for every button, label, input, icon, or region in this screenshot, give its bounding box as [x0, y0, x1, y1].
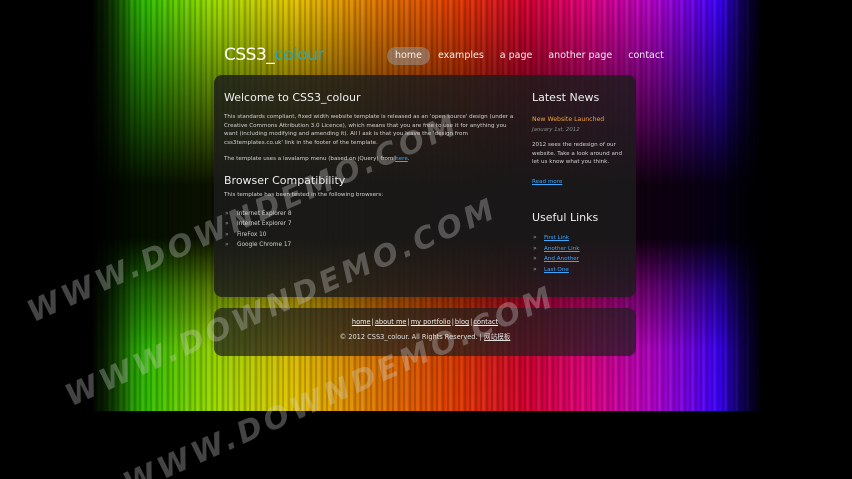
useful-link-and-another[interactable]: And Another [544, 256, 579, 262]
welcome-paragraph: This standards compliant, fixed width we… [224, 114, 514, 146]
useful-links-list: First Link Another Link And Another Last… [532, 233, 626, 276]
left-edge-shade [93, 0, 133, 411]
lavalamp-paragraph: The template uses a lavalamp menu (based… [224, 156, 410, 163]
footer-link-home[interactable]: home [352, 318, 371, 326]
welcome-heading: Welcome to CSS3_colour [224, 91, 361, 104]
rainbow-background: CSS3_colour home examples a page another… [93, 0, 759, 411]
main-column: Welcome to CSS3_colour This standards co… [224, 91, 514, 251]
logo-main-text: CSS3_ [224, 45, 275, 65]
list-item: FireFox 10 [224, 230, 514, 241]
footer: home|about me|my portfolio|blog|contact … [214, 308, 636, 356]
main-menu: home examples a page another page contac… [387, 47, 672, 65]
content-panel: Welcome to CSS3_colour This standards co… [214, 75, 636, 297]
right-edge-shade [719, 0, 759, 411]
sidebar: Latest News New Website Launched January… [532, 91, 626, 276]
footer-link-contact[interactable]: contact [473, 318, 498, 326]
site-logo[interactable]: CSS3_colour [224, 45, 324, 65]
useful-link-another[interactable]: Another Link [544, 246, 580, 252]
lavalamp-link[interactable]: here [395, 156, 408, 162]
menu-item-contact[interactable]: contact [620, 47, 672, 65]
read-more-link[interactable]: Read more [532, 179, 562, 185]
footer-links: home|about me|my portfolio|blog|contact [214, 318, 636, 326]
useful-link-first[interactable]: First Link [544, 235, 569, 241]
footer-separator: | [407, 318, 410, 326]
browser-list: Internet Explorer 8 Internet Explorer 7 … [224, 209, 514, 251]
latest-news-heading: Latest News [532, 91, 600, 104]
footer-separator: | [371, 318, 374, 326]
list-item: Google Chrome 17 [224, 240, 514, 251]
useful-link-last[interactable]: Last One [544, 267, 569, 273]
footer-link-portfolio[interactable]: my portfolio [411, 318, 451, 326]
copyright-link[interactable]: 网站模板 [484, 333, 510, 341]
logo-sub-text: colour [274, 45, 324, 65]
list-item: Internet Explorer 7 [224, 219, 514, 230]
list-item: Another Link [532, 244, 626, 255]
footer-link-about-me[interactable]: about me [375, 318, 407, 326]
menu-item-a-page[interactable]: a page [492, 47, 541, 65]
list-item: And Another [532, 254, 626, 265]
menu-item-another-page[interactable]: another page [540, 47, 620, 65]
copyright-text: © 2012 CSS3_colour. All Rights Reserved.… [339, 333, 482, 341]
compat-paragraph: This template has been tested in the fol… [224, 191, 384, 198]
compat-heading: Browser Compatibility [224, 173, 346, 187]
list-item: Last One [532, 265, 626, 276]
footer-link-blog[interactable]: blog [455, 318, 469, 326]
useful-links-heading: Useful Links [532, 210, 599, 224]
news-body: 2012 sees the redesign of our website. T… [532, 142, 622, 166]
list-item: First Link [532, 233, 626, 244]
lavalamp-text: The template uses a lavalamp menu (based… [224, 156, 394, 163]
menu-item-examples[interactable]: examples [430, 47, 492, 65]
footer-separator: | [451, 318, 454, 326]
news-date: January 1st, 2012 [532, 127, 580, 133]
list-item: Internet Explorer 8 [224, 209, 514, 220]
copyright: © 2012 CSS3_colour. All Rights Reserved.… [214, 331, 636, 341]
news-headline: New Website Launched [532, 116, 605, 123]
menu-item-home[interactable]: home [387, 47, 430, 65]
